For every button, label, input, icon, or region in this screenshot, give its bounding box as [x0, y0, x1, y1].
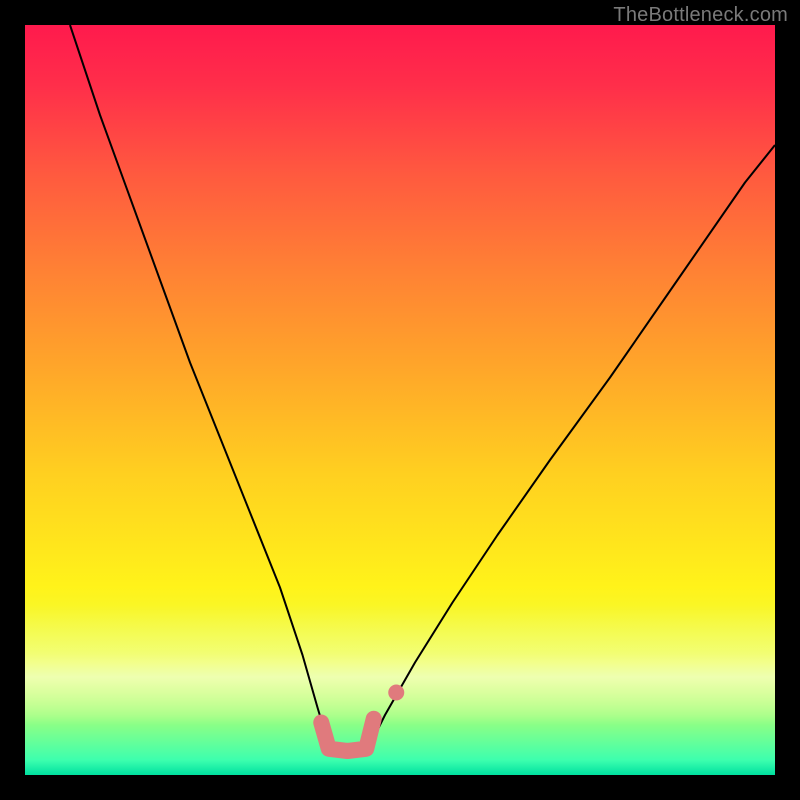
watermark-text: TheBottleneck.com	[613, 4, 788, 27]
bottom-marker	[321, 719, 374, 751]
bottom-marker-dot-dot	[388, 685, 404, 701]
plot-area	[25, 25, 775, 775]
chart-svg	[25, 25, 775, 775]
chart-frame: TheBottleneck.com	[0, 0, 800, 800]
bottleneck-curve	[70, 25, 775, 749]
